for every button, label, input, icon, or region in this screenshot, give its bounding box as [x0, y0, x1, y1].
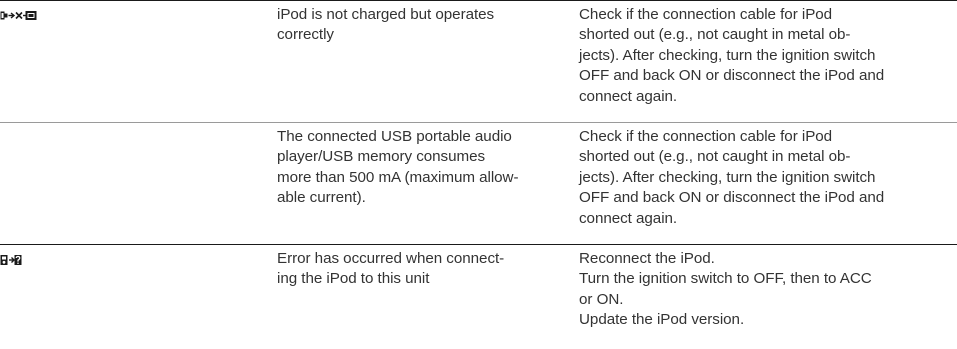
symptom-text: The connected USB portable audio player/… — [277, 128, 519, 207]
symptom-text: iPod is not charged but operates correct… — [277, 6, 495, 44]
table-row: iPod is not charged but operates correct… — [0, 0, 957, 122]
symptom-text: Error has occurred when connect- ing the… — [277, 250, 505, 288]
table-row: The connected USB portable audio player/… — [0, 122, 957, 244]
ipod-connection-error-icon — [0, 255, 22, 265]
troubleshooting-table: iPod is not charged but operates correct… — [0, 0, 957, 349]
symptom-cell: iPod is not charged but operates correct… — [277, 1, 567, 46]
action-text: Reconnect the iPod. Turn the ignition sw… — [579, 250, 872, 329]
symptom-cell: The connected USB portable audio player/… — [277, 123, 567, 209]
table-row: Error has occurred when connect- ing the… — [0, 244, 957, 349]
action-text: Check if the connection cable for iPod s… — [579, 128, 885, 227]
action-cell: Reconnect the iPod. Turn the ignition sw… — [579, 245, 949, 331]
action-cell: Check if the connection cable for iPod s… — [579, 123, 949, 229]
action-text: Check if the connection cable for iPod s… — [579, 6, 885, 105]
ipod-battery-error-icon — [0, 11, 37, 20]
action-cell: Check if the connection cable for iPod s… — [579, 1, 949, 107]
symptom-cell: Error has occurred when connect- ing the… — [277, 245, 567, 290]
